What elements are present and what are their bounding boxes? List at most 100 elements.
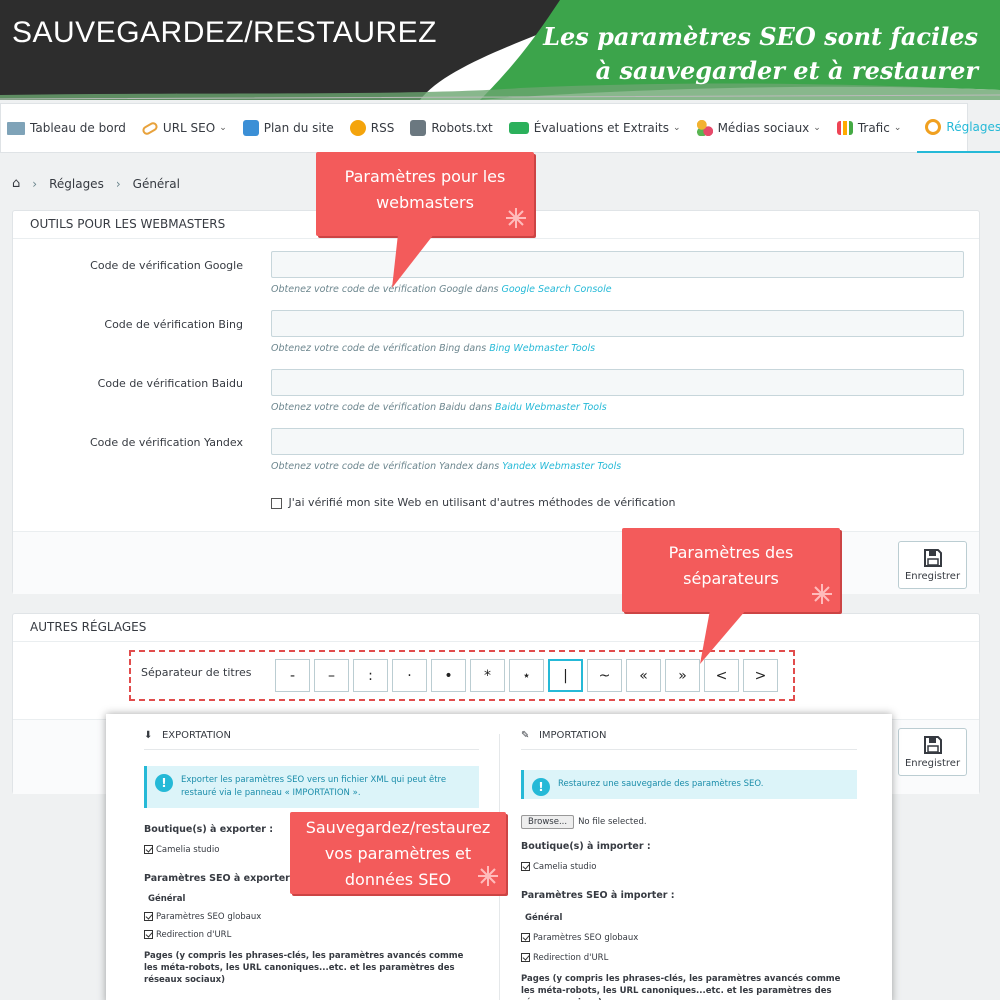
export-redirect-option[interactable]: Redirection d'URL [144, 930, 479, 940]
gears-icon [925, 119, 942, 135]
nav-item-social[interactable]: Médias sociaux ⌄ [696, 103, 829, 153]
nav-label: Plan du site [263, 121, 334, 135]
google-search-console-link[interactable]: Google Search Console [501, 284, 611, 295]
separator-option[interactable]: - [275, 659, 310, 692]
banner: SAUVEGARDEZ/RESTAUREZ Les paramètres SEO… [0, 0, 1000, 100]
help-text: Obtenez votre code de vérification Bing … [271, 343, 490, 354]
nav-item-sitemap[interactable]: Plan du site [242, 103, 342, 153]
separator-option[interactable]: « [626, 659, 661, 692]
nav-item-rss[interactable]: RSS [349, 103, 403, 153]
import-info: ! Restaurez une sauvegarde des paramètre… [521, 770, 857, 799]
sparkle-icon [478, 866, 498, 886]
nav-item-traffic[interactable]: Trafic ⌄ [836, 103, 910, 153]
baidu-webmaster-tools-link[interactable]: Baidu Webmaster Tools [495, 402, 607, 413]
google-label: Code de vérification Google [90, 259, 243, 272]
separator-option[interactable]: – [314, 659, 349, 692]
export-pages-label: Pages (y compris les phrases-clés, les p… [144, 951, 464, 985]
link-icon [140, 120, 160, 136]
help-text: Obtenez votre code de vérification Yande… [271, 461, 503, 472]
nav-label: Médias sociaux [717, 121, 810, 135]
separator-option[interactable]: * [470, 659, 505, 692]
no-file-text: No file selected. [578, 817, 647, 827]
home-icon[interactable]: ⌂ [12, 176, 20, 191]
callout-text: Paramètres pour les webmasters [344, 167, 506, 212]
callout-separators-pointer [700, 610, 746, 664]
save-label: Enregistrer [904, 758, 961, 769]
separator-option[interactable]: ~ [587, 659, 622, 692]
bing-label: Code de vérification Bing [104, 318, 243, 331]
nav-item-dashboard[interactable]: Tableau de bord [7, 103, 134, 153]
browse-button[interactable]: Browse... [521, 815, 575, 829]
checkbox-checked[interactable] [521, 953, 530, 962]
nav-item-url-seo[interactable]: URL SEO ⌄ [140, 103, 235, 153]
google-help: Obtenez votre code de vérification Googl… [271, 284, 612, 295]
monitor-icon [7, 121, 25, 135]
separator-option[interactable]: · [392, 659, 427, 692]
export-global-option[interactable]: Paramètres SEO globaux [144, 912, 479, 922]
tagline-line-1: Les paramètres SEO sont faciles [543, 22, 978, 51]
panel-heading: AUTRES RÉGLAGES [13, 614, 979, 642]
yandex-code-input[interactable] [271, 428, 964, 455]
other-methods-row: J'ai vérifié mon site Web en utilisant d… [271, 496, 1000, 509]
nav-label: Réglages [946, 120, 1000, 134]
bing-code-input[interactable] [271, 310, 964, 337]
file-picker: Browse... No file selected. [521, 815, 857, 829]
shop-name: Camelia studio [156, 845, 220, 855]
sparkle-icon [506, 208, 526, 228]
save-label: Enregistrer [904, 571, 961, 582]
separator-option[interactable]: » [665, 659, 700, 692]
export-heading: ⬇ EXPORTATION [144, 730, 479, 750]
checkbox-checked[interactable] [521, 933, 530, 942]
import-global-option[interactable]: Paramètres SEO globaux [521, 933, 857, 943]
nav-label: Tableau de bord [30, 121, 126, 135]
save-icon [923, 736, 942, 754]
import-shop-option[interactable]: Camelia studio [521, 862, 857, 872]
nav-item-ratings[interactable]: Évaluations et Extraits ⌄ [508, 103, 689, 153]
separator-option[interactable]: ⋆ [509, 659, 544, 692]
rating-icon [508, 122, 529, 134]
checkbox-checked[interactable] [144, 930, 153, 939]
separator-label: Séparateur de titres [141, 666, 252, 679]
import-column: ✎ IMPORTATION ! Restaurez une sauvegarde… [521, 730, 857, 1000]
save-button[interactable]: Enregistrer [898, 728, 967, 776]
bing-webmaster-tools-link[interactable]: Bing Webmaster Tools [489, 343, 595, 354]
baidu-label: Code de vérification Baidu [97, 377, 243, 390]
chart-icon [836, 121, 853, 135]
nav-label: Trafic [857, 121, 890, 135]
chevron-down-icon: ⌄ [813, 123, 821, 133]
breadcrumb-separator: › [32, 176, 38, 191]
option-label: Redirection d'URL [533, 953, 609, 963]
callout-webmasters: Paramètres pour les webmasters [316, 152, 534, 236]
nav-item-robots[interactable]: Robots.txt [410, 103, 500, 153]
chevron-down-icon: ⌄ [673, 123, 681, 133]
baidu-code-input[interactable] [271, 369, 964, 396]
option-label: Paramètres SEO globaux [156, 912, 262, 922]
breadcrumb-settings[interactable]: Réglages [49, 177, 104, 191]
save-button[interactable]: Enregistrer [898, 541, 967, 589]
separator-option[interactable]: • [431, 659, 466, 692]
import-shops-label: Boutique(s) à importer : [521, 841, 651, 852]
import-general-label: Général [525, 913, 563, 923]
option-label: Paramètres SEO globaux [533, 933, 639, 943]
help-text: Obtenez votre code de vérification Googl… [271, 284, 502, 295]
download-icon: ⬇ [144, 730, 153, 741]
checkbox-checked[interactable] [144, 912, 153, 921]
nav-label: Évaluations et Extraits [533, 121, 670, 135]
yandex-webmaster-tools-link[interactable]: Yandex Webmaster Tools [502, 461, 621, 472]
checkbox-checked[interactable] [144, 845, 153, 854]
breadcrumb: ⌂ › Réglages › Général [12, 176, 180, 191]
breadcrumb-separator: › [115, 176, 121, 191]
separator-option[interactable]: : [353, 659, 388, 692]
bing-help: Obtenez votre code de vérification Bing … [271, 343, 595, 354]
import-redirect-option[interactable]: Redirection d'URL [521, 953, 857, 963]
sparkle-icon [812, 584, 832, 604]
help-text: Obtenez votre code de vérification Baidu… [271, 402, 496, 413]
google-code-input[interactable] [271, 251, 964, 278]
other-methods-checkbox[interactable] [271, 497, 282, 509]
import-info-text: Restaurez une sauvegarde des paramètres … [558, 779, 764, 789]
nav-item-settings[interactable]: Réglages ⌄ [917, 103, 1000, 153]
checkbox-checked[interactable] [521, 862, 530, 871]
social-icon [696, 120, 713, 136]
separator-option[interactable]: | [548, 659, 583, 692]
export-info: ! Exporter les paramètres SEO vers un fi… [144, 766, 479, 808]
